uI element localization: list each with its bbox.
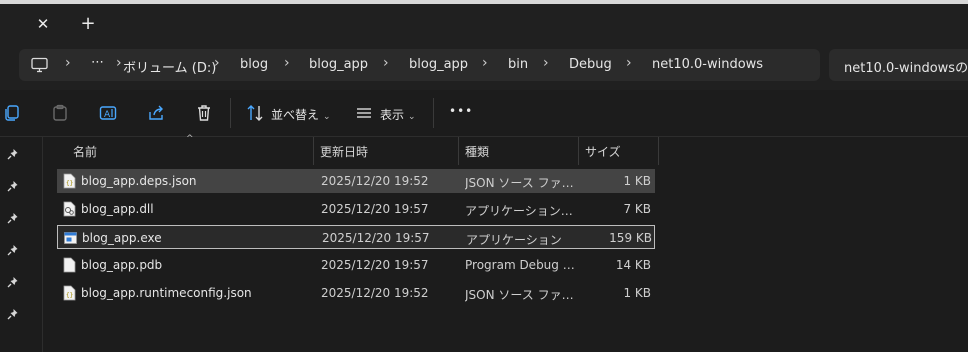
paste-icon[interactable] [51,104,69,122]
file-name: blog_app.pdb [81,258,163,272]
breadcrumb-separator[interactable]: › [214,55,220,71]
navigation-pane [0,137,43,352]
breadcrumb-current[interactable]: net10.0-windows [652,57,763,72]
breadcrumb-debug[interactable]: Debug [569,57,612,72]
sort-label: 並べ替え [271,108,320,122]
breadcrumb-separator[interactable]: › [626,55,632,71]
breadcrumb-drive[interactable]: ボリューム (D:) [123,57,216,76]
json-file-icon: {} [63,285,76,301]
breadcrumb-separator[interactable]: › [482,55,488,71]
copy-icon[interactable] [3,104,21,122]
address-area: › ⋯ › ボリューム (D:) › blog › blog_app › blo… [0,42,968,90]
file-row[interactable]: blog_app.dll 2025/12/20 19:57 アプリケーション拡張 7 … [57,197,655,221]
column-name[interactable]: 名前 [73,143,97,160]
file-icon [63,257,76,273]
file-date: 2025/12/20 19:57 [321,202,429,216]
pin-icon[interactable] [7,276,20,289]
view-icon[interactable] [355,104,373,122]
share-icon[interactable] [147,104,165,122]
file-row[interactable]: blog_app.exe 2025/12/20 19:57 アプリケーション 159 … [57,225,655,249]
sort-icon[interactable] [246,104,264,122]
toolbar-divider [433,98,434,128]
title-strip [0,0,968,4]
svg-text:{}: {} [66,180,73,187]
sort-button[interactable]: 並べ替え ⌄ [271,106,331,123]
file-row[interactable]: blog_app.pdb 2025/12/20 19:57 Program Debu… [57,253,655,277]
column-divider[interactable] [578,137,579,165]
file-row[interactable]: {} blog_app.deps.json 2025/12/20 19:52 JSON… [57,169,655,193]
file-name: blog_app.runtimeconfig.json [81,286,252,300]
file-type: Program Debug D... [465,258,577,272]
column-header: ^ 名前 更新日時 種類 サイズ [43,134,968,165]
pin-icon[interactable] [7,308,20,321]
file-date: 2025/12/20 19:57 [322,231,430,245]
breadcrumb-separator[interactable]: › [543,55,549,71]
view-button[interactable]: 表示 ⌄ [380,106,416,123]
breadcrumb-separator[interactable]: › [116,55,122,71]
pin-icon[interactable] [7,180,20,193]
pin-icon[interactable] [7,148,20,161]
dll-file-icon [63,201,76,217]
file-date: 2025/12/20 19:57 [321,258,429,272]
rename-icon[interactable]: A [99,104,117,122]
file-name: blog_app.deps.json [81,174,197,188]
chevron-down-icon: ⌄ [408,112,416,122]
file-name: blog_app.exe [82,231,162,245]
pin-icon[interactable] [7,212,20,225]
trash-icon[interactable] [195,104,213,122]
file-type: JSON ソース ファイル [465,176,577,190]
file-type: アプリケーション [466,233,562,247]
column-size[interactable]: サイズ [585,143,621,160]
breadcrumb-separator[interactable]: › [284,55,290,71]
column-divider[interactable] [313,137,314,165]
file-size: 1 KB [623,286,651,300]
breadcrumb-bin[interactable]: bin [508,57,528,72]
search-input[interactable]: net10.0-windowsの検 [829,49,968,81]
sort-ascending-icon: ^ [186,134,194,144]
svg-text:{}: {} [66,292,73,299]
exe-file-icon [64,232,77,244]
tab-bar: ✕ + [0,0,968,42]
file-date: 2025/12/20 19:52 [321,174,429,188]
toolbar-divider [230,98,231,128]
breadcrumb-separator[interactable]: › [383,55,389,71]
file-date: 2025/12/20 19:52 [321,286,429,300]
file-size: 7 KB [623,202,651,216]
column-divider[interactable] [658,137,659,165]
column-type[interactable]: 種類 [465,143,489,160]
file-size: 1 KB [623,174,651,188]
file-size: 14 KB [615,258,651,272]
more-options-button[interactable]: ••• [449,104,473,118]
file-type: JSON ソース ファイル [465,288,577,302]
json-file-icon: {} [63,173,76,189]
monitor-icon[interactable] [31,57,48,73]
address-bar[interactable]: › ⋯ › ボリューム (D:) › blog › blog_app › blo… [19,49,820,81]
breadcrumb-separator[interactable]: › [65,55,71,71]
breadcrumb-more[interactable]: ⋯ [91,55,104,70]
close-icon[interactable]: ✕ [33,14,53,34]
pin-icon[interactable] [7,244,20,257]
file-type: アプリケーション拡張 [465,204,577,218]
file-size: 159 KB [609,231,652,245]
svg-text:A: A [104,110,111,120]
command-bar: A 並べ替え ⌄ 表示 ⌄ ••• [0,90,968,137]
column-date[interactable]: 更新日時 [320,143,368,160]
file-name: blog_app.dll [81,202,154,216]
breadcrumb-blog[interactable]: blog [240,57,268,72]
chevron-down-icon: ⌄ [323,112,331,122]
breadcrumb-blog-app[interactable]: blog_app [309,57,368,72]
view-label: 表示 [380,108,405,122]
file-row[interactable]: {} blog_app.runtimeconfig.json 2025/12/20 … [57,281,655,305]
column-divider[interactable] [458,137,459,165]
new-tab-button[interactable]: + [78,13,98,34]
breadcrumb-blog-app-2[interactable]: blog_app [409,57,468,72]
